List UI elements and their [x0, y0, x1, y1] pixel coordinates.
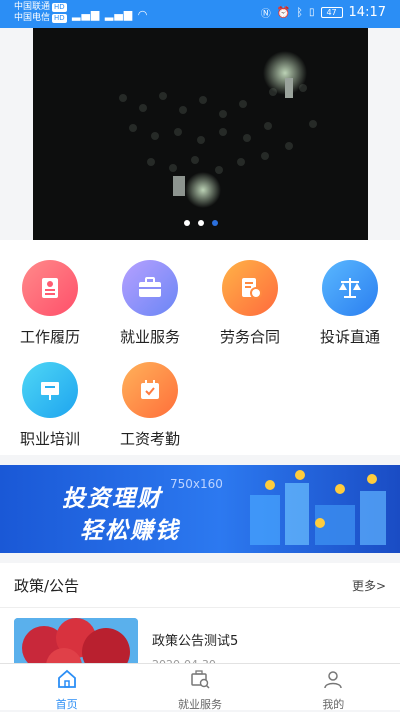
ad-banner[interactable]: 投资理财 轻松赚钱 750x160 — [0, 465, 400, 553]
menu-complaint[interactable]: 投诉直通 — [300, 260, 400, 347]
user-icon — [324, 671, 343, 689]
menu-label: 投诉直通 — [319, 328, 380, 346]
wifi-icon: ◠ — [137, 8, 149, 21]
contract-icon — [222, 260, 278, 316]
news-thumbnail — [14, 618, 138, 663]
tab-employment-service[interactable]: 就业服务 — [133, 664, 266, 711]
resume-icon — [22, 260, 78, 316]
carrier-1: 中国联通 — [14, 2, 51, 12]
tab-home[interactable]: 首页 — [0, 664, 133, 711]
signal-icon: ▂▄▆ — [104, 8, 134, 21]
home-icon — [57, 669, 76, 688]
menu-labor-contract[interactable]: 劳务合同 — [200, 260, 300, 347]
carousel-dot-active[interactable] — [211, 220, 218, 226]
signal-icons: ▂▄▆ ▂▄▆ ◠ — [72, 8, 148, 21]
tab-profile[interactable]: 我的 — [267, 664, 400, 711]
nfc-icon: Ⓝ — [260, 9, 271, 20]
ad-title-line2: 轻松赚钱 — [80, 518, 180, 544]
news-title: 政策公告测试5 — [152, 634, 239, 649]
more-link[interactable]: 更多> — [352, 577, 386, 594]
alarm-icon: ⏰ — [276, 6, 291, 19]
scales-icon — [322, 260, 378, 316]
menu-salary-attendance[interactable]: 工资考勤 — [100, 362, 200, 449]
hd-badge: HD — [52, 3, 67, 12]
carousel-dot[interactable] — [183, 220, 190, 226]
menu-label: 劳务合同 — [219, 328, 280, 346]
bottom-tab-bar: 首页 就业服务 我的 — [0, 663, 400, 711]
ad-size-label: 750x160 — [170, 477, 223, 491]
carrier-2: 中国电信 — [14, 13, 51, 23]
section-title: 政策/公告 — [14, 576, 80, 595]
clock: 14:17 — [348, 5, 386, 20]
ad-title-line1: 投资理财 — [62, 486, 162, 512]
menu-work-history[interactable]: 工作履历 — [0, 260, 100, 347]
policy-header: 政策/公告 更多> — [0, 563, 400, 608]
menu-label: 就业服务 — [119, 328, 180, 346]
battery-icon: 47 — [320, 7, 343, 18]
banner-image — [33, 28, 368, 240]
training-board-icon — [22, 362, 78, 418]
banner-carousel[interactable] — [33, 28, 368, 240]
menu-label: 工作履历 — [19, 328, 80, 346]
briefcase-icon — [122, 260, 178, 316]
function-menu: 工作履历 就业服务 劳务合同 投诉直通 职业培训 工资考勤 — [0, 240, 400, 455]
vibrate-icon: ▯ — [309, 7, 315, 18]
signal-icon: ▂▄▆ — [72, 8, 101, 21]
hd-badge: HD — [52, 14, 67, 23]
carousel-dot[interactable] — [197, 220, 204, 226]
menu-label: 工资考勤 — [119, 430, 180, 448]
carousel-indicators — [33, 220, 368, 226]
calendar-check-icon — [122, 362, 178, 418]
policy-section: 政策/公告 更多> 政策公告测试5 2020-04-30 — [0, 563, 400, 663]
carrier-info: 中国联通 HD 中国电信 HD — [14, 2, 67, 24]
status-bar: 中国联通 HD 中国电信 HD ▂▄▆ ▂▄▆ ◠ Ⓝ ⏰ ᛒ ▯ 47 14:17 — [0, 0, 400, 28]
status-right: Ⓝ ⏰ ᛒ ▯ 47 14:17 — [261, 5, 386, 20]
job-search-icon — [191, 670, 210, 689]
menu-employment-service[interactable]: 就业服务 — [100, 260, 200, 347]
bluetooth-icon: ᛒ — [296, 6, 304, 19]
menu-label: 职业培训 — [19, 430, 80, 448]
menu-vocational-training[interactable]: 职业培训 — [0, 362, 100, 449]
